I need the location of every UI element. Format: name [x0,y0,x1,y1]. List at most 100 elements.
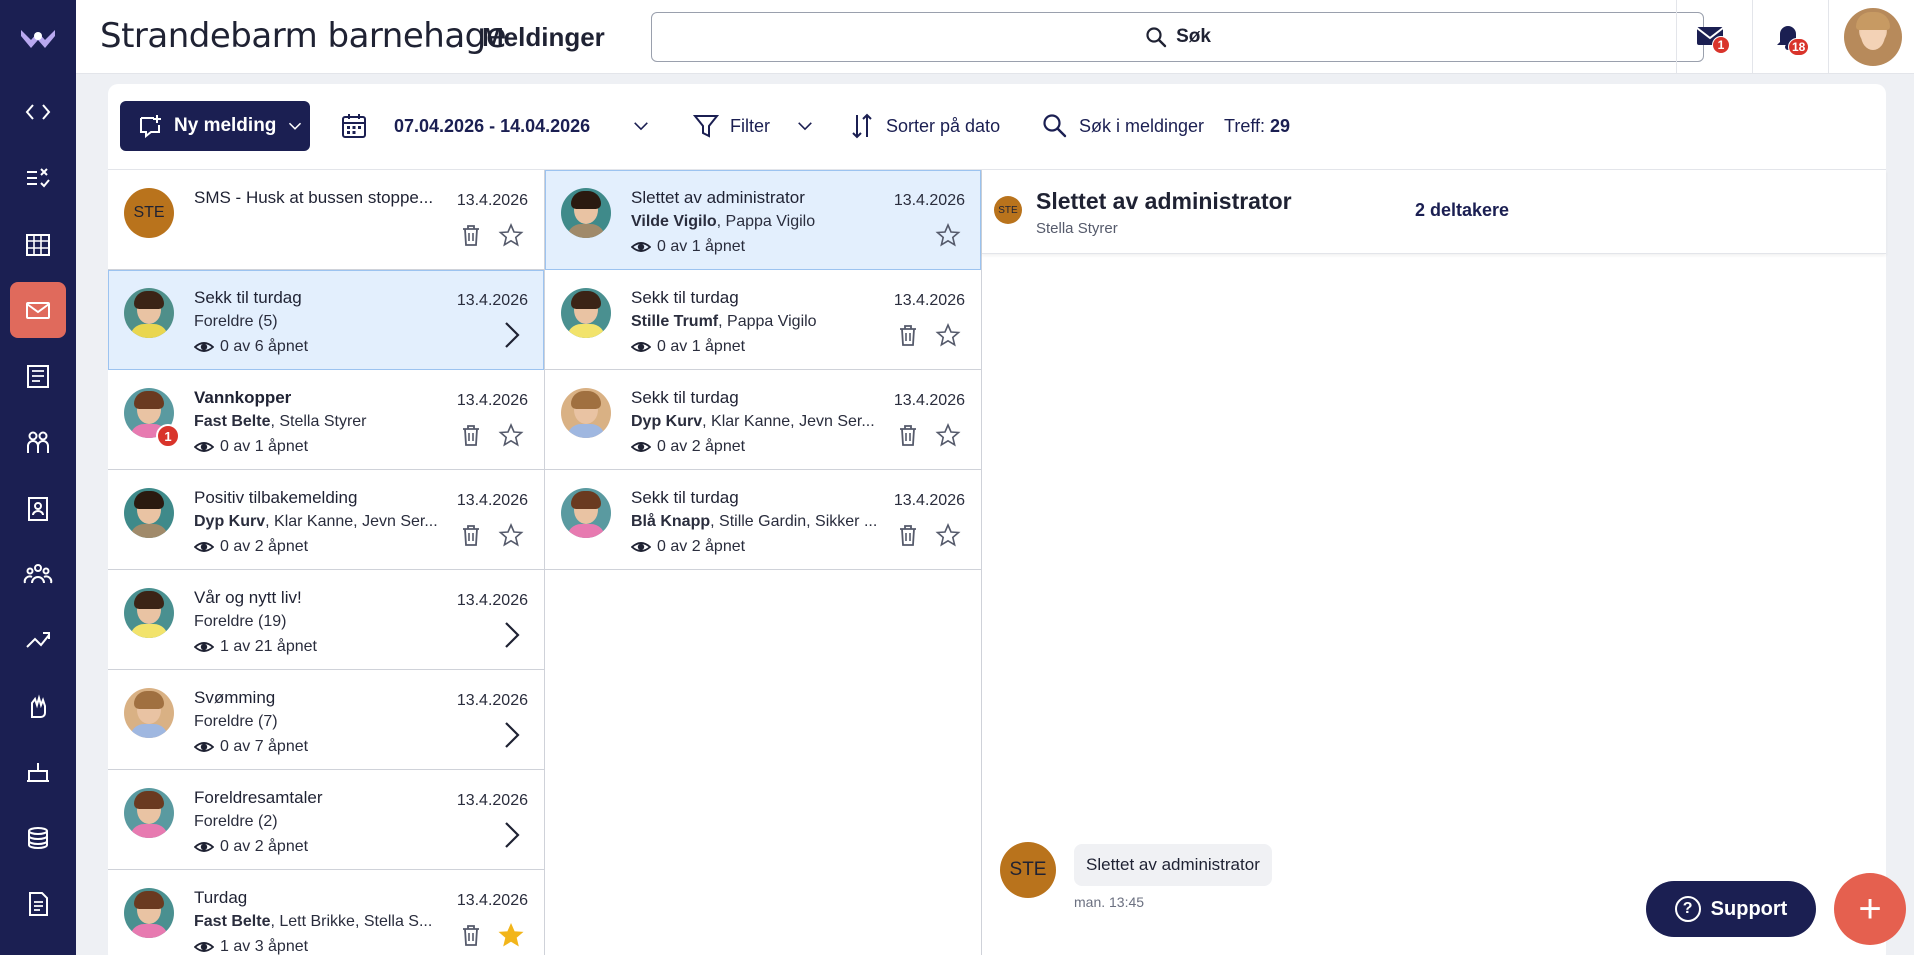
recipient-avatar [561,488,611,538]
list-item[interactable]: Sekk til turdag Foreldre (5) 0 av 6 åpnet 1… [108,270,544,370]
chevron-down-icon [634,122,649,131]
nav-documents[interactable] [10,876,66,932]
star-icon [498,922,524,947]
open-thread-button[interactable] [500,820,524,850]
eye-icon [194,342,214,352]
children-icon [27,431,49,453]
favorite-button[interactable] [935,422,961,448]
nav-calendar[interactable] [10,216,66,272]
favorite-button[interactable] [498,422,524,448]
filter-button[interactable]: Filter [692,108,816,144]
date-range-label: 07.04.2026 - 14.04.2026 [394,115,591,136]
delete-button[interactable] [458,922,484,948]
nav-children[interactable] [10,414,66,470]
list-item[interactable]: Turdag Fast Belte, Lett Brikke, Stella S.… [108,870,544,955]
nav-code[interactable] [10,84,66,140]
user-avatar[interactable] [1844,8,1902,66]
open-thread-button[interactable] [500,720,524,750]
recipient-primary: Blå Knapp [631,513,711,530]
message-recipients: Stille Trumf, Pappa Vigilo [631,313,817,331]
open-thread-button[interactable] [500,320,524,350]
date-range-picker[interactable]: 07.04.2026 - 14.04.2026 [340,108,652,144]
list-item[interactable]: Sekk til turdag Blå Knapp, Stille Gardin,… [545,470,981,570]
message-detail: STE Slettet av administrator Stella Styr… [982,170,1886,955]
nav-news[interactable] [10,348,66,404]
list-item[interactable]: Foreldresamtaler Foreldre (2) 0 av 2 åpnet… [108,770,544,870]
star-icon [498,222,524,247]
recipient-avatar [124,288,174,338]
messages-button[interactable]: 1 [1690,16,1730,56]
nav-hand[interactable] [10,678,66,734]
message-recipients: Foreldre (2) [194,813,278,831]
message-timestamp: man. 13:45 [1074,894,1145,910]
message-date: 13.4.2026 [456,792,528,809]
message-date: 13.4.2026 [456,192,528,209]
code-icon [25,104,51,120]
hits-label: Treff: [1224,115,1266,136]
read-count: 0 av 2 åpnet [657,538,746,555]
participants-link[interactable]: 2 deltakere [1415,200,1509,221]
list-item[interactable]: Vår og nytt liv! Foreldre (19) 1 av 21 åpn… [108,570,544,670]
delete-button[interactable] [895,322,921,348]
eye-icon [194,442,214,452]
delete-button[interactable] [895,522,921,548]
delete-button[interactable] [895,422,921,448]
sort-button[interactable]: Sorter på dato [848,108,1000,144]
favorite-button[interactable] [498,922,524,948]
list-item[interactable]: STE SMS - Husk at bussen stoppe... 13.4.20… [108,170,544,270]
search-icon [1043,114,1067,138]
favorite-button[interactable] [498,522,524,548]
message-date: 13.4.2026 [456,392,528,409]
eye-icon [194,842,214,852]
nav-contacts[interactable] [10,480,66,536]
recipient-avatar [124,688,174,738]
global-search[interactable]: Søk [651,12,1704,62]
delete-button[interactable] [458,522,484,548]
nav-payments[interactable] [10,810,66,866]
payments-icon [28,827,48,849]
recipient-avatar [124,888,174,938]
chevron-right-icon [505,322,520,348]
list-item[interactable]: Svømming Foreldre (7) 0 av 7 åpnet 13.4.202… [108,670,544,770]
message-date: 13.4.2026 [456,492,528,509]
chevron-right-icon [505,622,520,648]
nav-mail[interactable] [10,282,66,338]
list-item[interactable]: Sekk til turdag Stille Trumf, Pappa Vigil… [545,270,981,370]
tasks-icon [27,168,50,188]
organization-title: Strandebarm barnehage [100,16,507,56]
favorite-button[interactable] [498,222,524,248]
app-logo-icon[interactable] [19,22,57,52]
nav-activities[interactable] [10,612,66,668]
nav-groups[interactable] [10,546,66,602]
trash-icon [463,925,479,946]
list-item[interactable]: Positiv tilbakemelding Dyp Kurv, Klar Kan… [108,470,544,570]
star-icon [935,422,961,447]
favorite-button[interactable] [935,222,961,248]
list-item[interactable]: Slettet av administrator Vilde Vigilo, Pa… [545,170,981,270]
read-status: 0 av 2 åpnet [194,537,308,557]
sort-label: Sorter på dato [886,115,1001,136]
trash-icon [900,425,916,446]
chevron-right-icon [505,822,520,848]
new-message-button[interactable]: Ny melding [120,101,310,151]
support-button[interactable]: ? Support [1646,881,1816,937]
delete-button[interactable] [458,422,484,448]
list-item[interactable]: Sekk til turdag Dyp Kurv, Klar Kanne, Jev… [545,370,981,470]
nav-tasks[interactable] [10,150,66,206]
message-date: 13.4.2026 [456,592,528,609]
page-title: Meldinger [482,22,605,52]
message-subject: SMS - Husk at bussen stoppe... [194,188,434,207]
nav-meals[interactable] [10,744,66,800]
trash-icon [463,225,479,246]
recipient-others: , Klar Kanne, Jevn Ser... [265,513,438,530]
notifications-button[interactable]: 18 [1768,16,1810,56]
read-status: 0 av 1 åpnet [631,337,745,357]
list-item[interactable]: 1 Vannkopper Fast Belte, Stella Styrer 0 av… [108,370,544,470]
add-button[interactable]: + [1834,873,1906,945]
message-recipients: Dyp Kurv, Klar Kanne, Jevn Ser... [631,413,875,431]
favorite-button[interactable] [935,322,961,348]
open-thread-button[interactable] [500,620,524,650]
favorite-button[interactable] [935,522,961,548]
delete-button[interactable] [458,222,484,248]
search-messages-button[interactable]: Søk i meldinger [1041,108,1204,144]
